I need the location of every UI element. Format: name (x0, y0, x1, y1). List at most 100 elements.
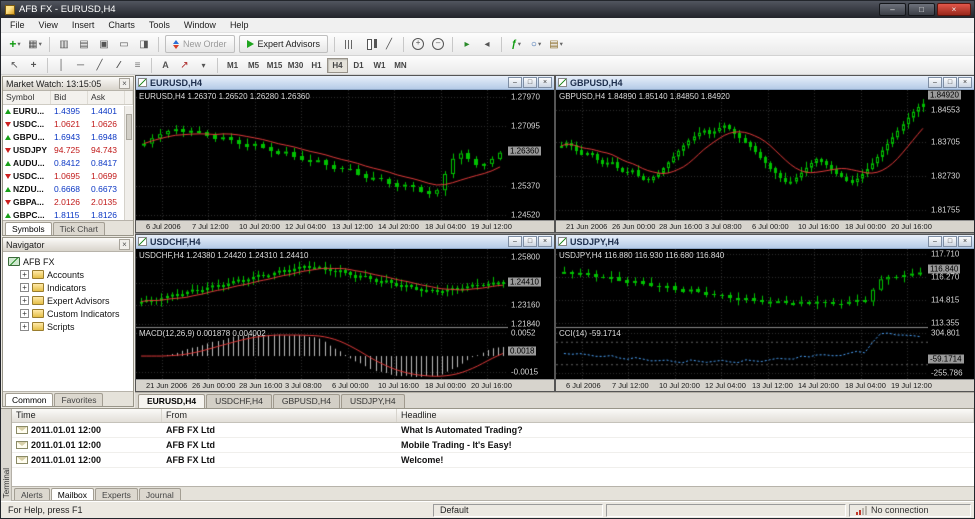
market-watch-scrollbar[interactable] (124, 106, 133, 220)
timeframe-d1-button[interactable]: D1 (348, 58, 369, 73)
timeframe-m30-button[interactable]: M30 (285, 58, 306, 73)
navigator-item-scripts[interactable]: Scripts (3, 320, 133, 333)
mailbox-row[interactable]: 2011.01.01 12:00 AFB FX Ltd Welcome! (12, 453, 974, 468)
chart-title-bar[interactable]: EURUSD,H4 (136, 76, 554, 90)
crosshair-tool-icon[interactable] (24, 57, 43, 73)
market-watch-row[interactable]: USDC... 1.0695 1.0699 (3, 170, 133, 183)
maximize-button[interactable] (908, 3, 935, 16)
chart-plot[interactable]: USDJPY,H4 116.880 116.930 116.680 116.84… (556, 249, 928, 379)
menu-help[interactable]: Help (223, 19, 256, 31)
terminal-icon[interactable] (114, 35, 134, 53)
zoom-out-icon[interactable] (428, 35, 448, 53)
menu-file[interactable]: File (3, 19, 32, 31)
horizontal-line-tool-icon[interactable] (71, 57, 90, 73)
navigator-close-icon[interactable] (119, 239, 130, 250)
market-watch-row[interactable]: USDC... 1.0621 1.0626 (3, 118, 133, 131)
candlesticks-icon[interactable] (359, 35, 379, 53)
market-watch-row[interactable]: NZDU... 0.6668 0.6673 (3, 183, 133, 196)
chart-minimize-button[interactable] (928, 236, 942, 247)
indicators-icon[interactable]: ▾ (506, 35, 526, 53)
menu-charts[interactable]: Charts (101, 19, 142, 31)
close-button[interactable] (937, 3, 971, 16)
trendline-tool-icon[interactable] (90, 57, 109, 73)
expand-plus-icon[interactable] (20, 322, 29, 331)
terminal-tab-journal[interactable]: Journal (138, 488, 181, 501)
expand-plus-icon[interactable] (20, 270, 29, 279)
timeframe-w1-button[interactable]: W1 (369, 58, 390, 73)
chart-tab-eurusd-h4[interactable]: EURUSD,H4 (138, 394, 206, 408)
chart-close-button[interactable] (958, 236, 972, 247)
menu-insert[interactable]: Insert (65, 19, 102, 31)
timeframe-h1-button[interactable]: H1 (306, 58, 327, 73)
auto-scroll-icon[interactable] (457, 35, 477, 53)
navigator-tab-common[interactable]: Common (5, 393, 54, 406)
zoom-in-icon[interactable] (408, 35, 428, 53)
fibonacci-tool-icon[interactable] (128, 57, 147, 73)
chart-restore-button[interactable] (523, 236, 537, 247)
line-chart-icon[interactable] (379, 35, 399, 53)
candlestick-canvas[interactable] (136, 90, 508, 220)
menu-window[interactable]: Window (177, 19, 223, 31)
scrollbar-thumb[interactable] (126, 114, 132, 140)
cursor-tool-icon[interactable] (5, 57, 24, 73)
menu-view[interactable]: View (32, 19, 65, 31)
chart-title-bar[interactable]: USDCHF,H4 (136, 235, 554, 249)
chart-minimize-button[interactable] (508, 77, 522, 88)
expand-plus-icon[interactable] (20, 283, 29, 292)
strategy-tester-icon[interactable] (134, 35, 154, 53)
navigator-icon[interactable] (94, 35, 114, 53)
new-order-button[interactable]: New Order (165, 35, 235, 53)
chart-close-button[interactable] (538, 236, 552, 247)
chart-restore-button[interactable] (943, 236, 957, 247)
navigator-item-custom-indicators[interactable]: Custom Indicators (3, 307, 133, 320)
market-watch-row[interactable]: GBPU... 1.6943 1.6948 (3, 131, 133, 144)
chart-tab-gbpusd-h4[interactable]: GBPUSD,H4 (272, 394, 340, 408)
chart-shift-icon[interactable] (477, 35, 497, 53)
title-bar[interactable]: AFB FX - EURUSD,H4 (1, 1, 974, 18)
data-window-icon[interactable] (74, 35, 94, 53)
market-watch-row[interactable]: GBPC... 1.8115 1.8126 (3, 209, 133, 220)
terminal-tab-alerts[interactable]: Alerts (14, 488, 50, 501)
expert-advisors-button[interactable]: Expert Advisors (238, 35, 329, 53)
candlestick-canvas[interactable] (136, 249, 508, 379)
minimize-button[interactable] (879, 3, 906, 16)
timeframe-h4-button[interactable]: H4 (327, 57, 348, 73)
navigator-header[interactable]: Navigator (3, 238, 133, 252)
chart-plot[interactable]: EURUSD,H4 1.26370 1.26520 1.26280 1.2636… (136, 90, 508, 220)
chart-title-bar[interactable]: GBPUSD,H4 (556, 76, 974, 90)
profiles-icon[interactable]: ▾ (25, 35, 45, 53)
menu-tools[interactable]: Tools (142, 19, 177, 31)
chart-minimize-button[interactable] (508, 236, 522, 247)
chart-close-button[interactable] (538, 77, 552, 88)
navigator-item-expert-advisors[interactable]: Expert Advisors (3, 294, 133, 307)
chart-close-button[interactable] (958, 77, 972, 88)
market-watch-header[interactable]: Market Watch: 13:15:05 (3, 77, 133, 91)
market-watch-tab-symbols[interactable]: Symbols (5, 222, 52, 235)
market-watch-close-icon[interactable] (119, 78, 130, 89)
terminal-sidebar[interactable]: Terminal (1, 409, 12, 501)
terminal-tab-experts[interactable]: Experts (95, 488, 138, 501)
new-chart-icon[interactable]: ▾ (5, 35, 25, 53)
navigator-root[interactable]: AFB FX (3, 255, 133, 268)
navigator-item-indicators[interactable]: Indicators (3, 281, 133, 294)
templates-icon[interactable]: ▾ (546, 35, 566, 53)
chart-minimize-button[interactable] (928, 77, 942, 88)
chart-tab-usdchf-h4[interactable]: USDCHF,H4 (206, 394, 272, 408)
shapes-tool-icon[interactable] (194, 57, 213, 73)
chart-tab-usdjpy-h4[interactable]: USDJPY,H4 (340, 394, 405, 408)
market-watch-tab-tick-chart[interactable]: Tick Chart (52, 222, 106, 235)
navigator-tab-favorites[interactable]: Favorites (54, 393, 104, 406)
chart-restore-button[interactable] (523, 77, 537, 88)
bar-chart-icon[interactable] (339, 35, 359, 53)
expand-plus-icon[interactable] (20, 309, 29, 318)
timeframe-mn-button[interactable]: MN (390, 58, 411, 73)
market-watch-row[interactable]: AUDU... 0.8412 0.8417 (3, 157, 133, 170)
timeframe-m15-button[interactable]: M15 (264, 58, 285, 73)
arrows-tool-icon[interactable] (175, 57, 194, 73)
chart-title-bar[interactable]: USDJPY,H4 (556, 235, 974, 249)
channel-tool-icon[interactable] (109, 57, 128, 73)
timeframe-m1-button[interactable]: M1 (222, 58, 243, 73)
chart-restore-button[interactable] (943, 77, 957, 88)
terminal-tab-mailbox[interactable]: Mailbox (50, 488, 95, 501)
candlestick-canvas[interactable] (556, 249, 928, 379)
